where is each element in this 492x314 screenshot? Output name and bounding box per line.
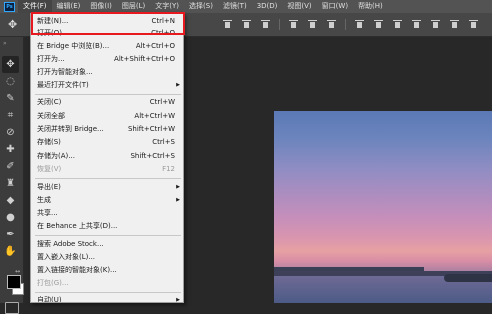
menu-3d[interactable]: 3D(D) xyxy=(252,0,283,13)
menu-item-package: 打包(G)... xyxy=(37,279,69,287)
auto-align-icon[interactable] xyxy=(468,20,479,29)
submenu-arrow-icon: ▶ xyxy=(176,82,180,88)
move-tool-preset-icon[interactable]: ✥ xyxy=(8,18,17,31)
swap-colors-icon[interactable]: ↔ xyxy=(15,268,20,275)
submenu-arrow-icon: ▶ xyxy=(176,184,180,190)
menu-item-generate[interactable]: 生成 ▶ xyxy=(31,195,183,206)
menu-item-automate[interactable]: 自动(U) ▶ xyxy=(31,295,183,303)
hand-tool-icon[interactable]: ✋ xyxy=(2,243,19,260)
menu-edit[interactable]: 编辑(E) xyxy=(52,0,86,13)
menu-view[interactable]: 视图(V) xyxy=(282,0,316,13)
lasso-tool-icon[interactable]: ◌ xyxy=(2,73,19,90)
menu-item-close-all[interactable]: 关闭全部 Alt+Ctrl+W xyxy=(31,111,183,122)
pen-tool-icon[interactable]: ✒ xyxy=(2,226,19,243)
menu-select[interactable]: 选择(S) xyxy=(184,0,218,13)
distribute-right-icon[interactable] xyxy=(449,20,460,29)
submenu-arrow-icon: ▶ xyxy=(176,197,180,203)
menu-item-share-on-behance[interactable]: 在 Behance 上共享(D)... xyxy=(31,221,183,232)
menu-item-close-and-go-to-bridge[interactable]: 关闭并转到 Bridge... Shift+Ctrl+W xyxy=(31,124,183,135)
align-horizontal-center-icon[interactable] xyxy=(307,20,318,29)
menu-window[interactable]: 窗口(W) xyxy=(317,0,353,13)
menu-item-close[interactable]: 关闭(C) Ctrl+W xyxy=(31,97,183,108)
panel-collapse-icon[interactable]: » xyxy=(3,40,7,47)
menu-divider xyxy=(35,178,181,179)
menu-bar: Ps 文件(F) 编辑(E) 图像(I) 图层(L) 文字(Y) 选择(S) 滤… xyxy=(0,0,492,13)
menu-item-open[interactable]: 打开(O)... Ctrl+O xyxy=(31,28,183,39)
menu-item-new[interactable]: 新建(N)... Ctrl+N xyxy=(31,16,183,27)
menu-item-save[interactable]: 存储(S) Ctrl+S xyxy=(31,137,183,148)
menu-item-share[interactable]: 共享... xyxy=(31,208,183,219)
submenu-arrow-icon: ▶ xyxy=(176,297,180,303)
quick-select-tool-icon[interactable]: ✎ xyxy=(2,90,19,107)
align-left-icon[interactable] xyxy=(288,20,299,29)
menu-file[interactable]: 文件(F) xyxy=(18,0,52,13)
align-top-icon[interactable] xyxy=(222,20,233,29)
pier xyxy=(274,267,424,271)
blur-tool-icon[interactable]: ● xyxy=(2,209,19,226)
quick-mask-icon[interactable] xyxy=(5,302,19,314)
menu-item-place-linked[interactable]: 置入链接的智能对象(K)... xyxy=(31,265,183,276)
menu-filter[interactable]: 滤镜(T) xyxy=(218,0,252,13)
distribute-left-icon[interactable] xyxy=(411,20,422,29)
menu-item-export[interactable]: 导出(E) ▶ xyxy=(31,182,183,193)
menu-item-open-as[interactable]: 打开为... Alt+Shift+Ctrl+O xyxy=(31,54,183,65)
menu-item-browse-in-bridge[interactable]: 在 Bridge 中浏览(B)... Alt+Ctrl+O xyxy=(31,41,183,52)
menu-item-revert: 恢复(V) F12 xyxy=(37,165,175,173)
menu-item-recent-files[interactable]: 最近打开文件(T) ▶ xyxy=(31,80,183,91)
clone-stamp-icon[interactable]: ♜ xyxy=(2,175,19,192)
healing-brush-icon[interactable]: ✚ xyxy=(2,141,19,158)
menu-layer[interactable]: 图层(L) xyxy=(117,0,150,13)
menu-item-search-adobe-stock[interactable]: 搜索 Adobe Stock... xyxy=(31,239,183,250)
crop-tool-icon[interactable]: ⌗ xyxy=(2,107,19,124)
menu-image[interactable]: 图像(I) xyxy=(85,0,117,13)
menu-type[interactable]: 文字(Y) xyxy=(150,0,184,13)
move-tool-icon[interactable]: ✥ xyxy=(2,56,19,73)
photoshop-logo: Ps xyxy=(4,1,15,12)
distribute-hcenter-icon[interactable] xyxy=(430,20,441,29)
brush-tool-icon[interactable]: ✐ xyxy=(2,158,19,175)
distribute-center-icon[interactable] xyxy=(373,20,384,29)
menu-divider xyxy=(35,94,181,95)
eraser-tool-icon[interactable]: ◆ xyxy=(2,192,19,209)
align-vertical-center-icon[interactable] xyxy=(241,20,252,29)
menu-item-save-as[interactable]: 存储为(A)... Shift+Ctrl+S xyxy=(31,151,183,162)
rocks xyxy=(444,274,492,282)
document-image[interactable] xyxy=(274,111,492,303)
align-bottom-icon[interactable] xyxy=(260,20,271,29)
foreground-color-swatch[interactable] xyxy=(7,275,21,289)
menu-item-place-embedded[interactable]: 置入嵌入对象(L)... xyxy=(31,252,183,263)
menu-divider xyxy=(35,292,181,293)
divider xyxy=(345,19,346,30)
tools-panel: » ✥ ◌ ✎ ⌗ ⊘ ✚ ✐ ♜ ◆ ● ✒ ✋ ↔ xyxy=(0,37,24,314)
menu-help[interactable]: 帮助(H) xyxy=(353,0,388,13)
file-menu-dropdown: 新建(N)... Ctrl+N 打开(O)... Ctrl+O 在 Bridge… xyxy=(30,13,184,303)
menu-item-open-as-smart-object[interactable]: 打开为智能对象... xyxy=(31,67,183,78)
eyedropper-tool-icon[interactable]: ⊘ xyxy=(2,124,19,141)
distribute-bottom-icon[interactable] xyxy=(392,20,403,29)
menu-divider xyxy=(35,235,181,236)
divider xyxy=(279,19,280,30)
align-buttons-group xyxy=(222,19,479,30)
distribute-top-icon[interactable] xyxy=(354,20,365,29)
align-right-icon[interactable] xyxy=(326,20,337,29)
